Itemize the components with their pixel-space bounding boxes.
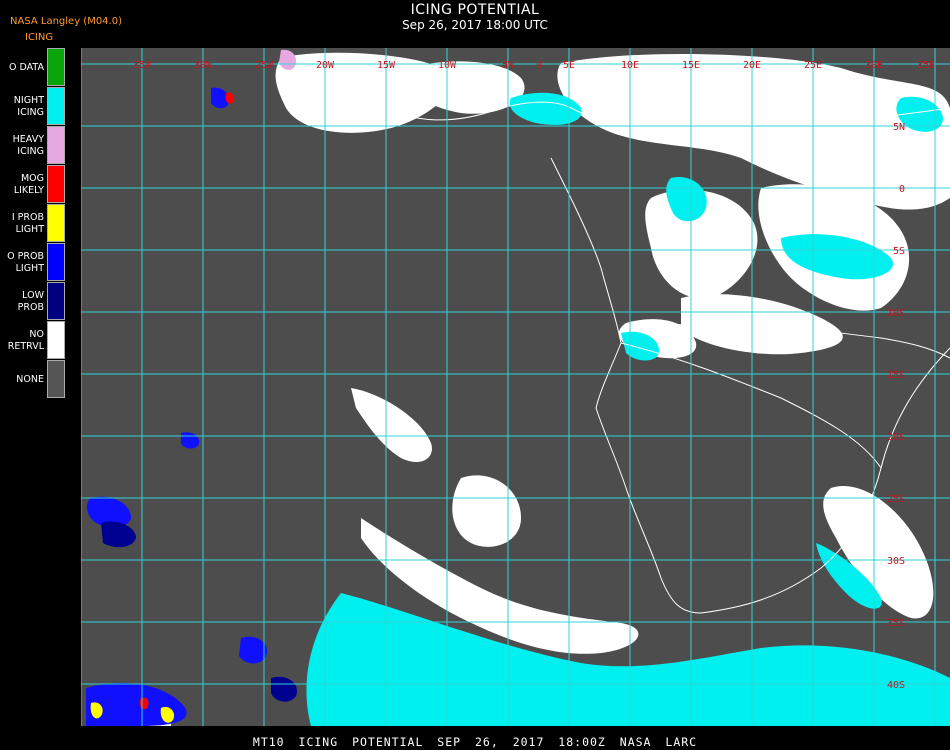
legend-swatch <box>47 165 65 203</box>
longitude-label: 5W <box>502 60 515 71</box>
legend-swatch <box>47 321 65 359</box>
legend-label: NO RETRVL <box>7 328 44 352</box>
product-label: ICING <box>25 32 54 43</box>
icing-map[interactable]: 35W 30W 25W 20W 15W 10W 5W 0 5E 10E 15E … <box>81 48 950 726</box>
legend-label: NIGHT ICING <box>13 94 44 118</box>
legend-label: HEAVY ICING <box>12 133 44 157</box>
latitude-label: 5S <box>893 246 905 257</box>
map-title: ICING POTENTIAL <box>410 2 540 18</box>
legend-swatch <box>47 360 65 398</box>
legend-item: I PROB LIGHT <box>0 204 66 243</box>
legend-label: LOW PROB <box>17 289 44 313</box>
legend-swatch <box>47 126 65 164</box>
legend-label: O DATA <box>9 61 44 73</box>
longitude-label: 5E <box>563 60 575 71</box>
legend-label: NONE <box>16 373 44 385</box>
longitude-label: 15W <box>377 60 396 71</box>
latitude-label: 0 <box>899 184 905 195</box>
map-datetime: Sep 26, 2017 18:00 UTC <box>402 18 548 32</box>
footer-caption: MT10 ICING POTENTIAL SEP 26, 2017 18:00Z… <box>252 735 698 749</box>
legend-item: O PROB LIGHT <box>0 243 66 282</box>
longitude-label: 30E <box>865 60 883 71</box>
latitude-label: 35S <box>887 618 905 629</box>
color-legend: O DATA NIGHT ICING HEAVY ICING MOG LIKELY I… <box>0 48 66 399</box>
latitude-label: 25S <box>887 494 905 505</box>
longitude-label: 30W <box>194 60 213 71</box>
longitude-label: 25W <box>255 60 274 71</box>
latitude-label: 15S <box>887 370 905 381</box>
mog-region <box>139 697 149 710</box>
legend-swatch <box>47 48 65 86</box>
legend-item: O DATA <box>0 48 66 87</box>
legend-item: NO RETRVL <box>0 321 66 360</box>
latitude-label: 20S <box>887 432 905 443</box>
longitude-label: 25E <box>804 60 822 71</box>
longitude-label: 35W <box>133 60 152 71</box>
longitude-label: 20E <box>743 60 761 71</box>
longitude-label: 10E <box>621 60 639 71</box>
legend-label: MOG LIKELY <box>13 172 44 196</box>
legend-item: NIGHT ICING <box>0 87 66 126</box>
legend-swatch <box>47 282 65 320</box>
legend-swatch <box>47 204 65 242</box>
legend-swatch <box>47 87 65 125</box>
latitude-label: 30S <box>887 556 905 567</box>
latitude-label: 40S <box>887 680 905 691</box>
legend-swatch <box>47 243 65 281</box>
legend-item: LOW PROB <box>0 282 66 321</box>
latitude-label: 10S <box>887 308 905 319</box>
latitude-label: 5N <box>893 122 905 133</box>
longitude-label: 10W <box>438 60 457 71</box>
legend-item: HEAVY ICING <box>0 126 66 165</box>
longitude-label: 15E <box>682 60 700 71</box>
longitude-label: 0 <box>536 60 542 71</box>
legend-label: I PROB LIGHT <box>11 211 44 235</box>
legend-item: MOG LIKELY <box>0 165 66 204</box>
longitude-label: 35E <box>917 60 935 71</box>
longitude-label: 20W <box>316 60 335 71</box>
legend-label: O PROB LIGHT <box>7 250 44 274</box>
legend-item: NONE <box>0 360 66 399</box>
